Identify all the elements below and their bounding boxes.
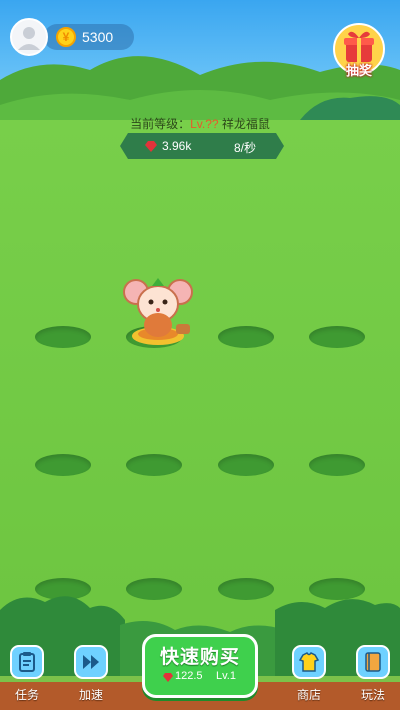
quick-buy-level: Lv.1 [216, 670, 236, 682]
user-avatar[interactable] [10, 18, 48, 56]
speed-up-label: 加速 [78, 688, 103, 702]
shop-button[interactable] [292, 645, 326, 679]
level-code: Lv.?? [190, 117, 219, 131]
coin-icon: ¥ [56, 27, 76, 47]
empty-slot[interactable] [126, 454, 182, 476]
level-prefix: 当前等级： [130, 117, 191, 131]
income-rate: 8/秒 [234, 141, 257, 155]
how-to-play-label: 玩法 [360, 688, 385, 702]
clipboard-icon [19, 652, 35, 672]
empty-slot[interactable] [35, 454, 91, 476]
empty-slot[interactable] [309, 326, 365, 348]
book-icon [365, 652, 381, 672]
level-name: 祥龙福鼠 [221, 117, 270, 131]
speed-up-button[interactable] [74, 645, 108, 679]
tasks-label: 任务 [14, 688, 39, 702]
income-banner [120, 133, 284, 159]
how-to-play-button[interactable] [356, 645, 390, 679]
empty-slot[interactable] [218, 454, 274, 476]
lottery-button[interactable]: 抽奖 [332, 22, 386, 78]
coin-value: 5300 [82, 29, 114, 45]
lucky-mouse-character[interactable] [118, 270, 198, 350]
game-scene: ¥ 5300 抽奖 当前等级：Lv.?? 祥龙福鼠 3.96k 8/秒 任务 加… [0, 0, 400, 710]
gem-icon [163, 673, 173, 682]
lottery-label: 抽奖 [345, 63, 372, 78]
shop-label: 商店 [296, 688, 321, 702]
quick-buy-title: 快速购买 [159, 647, 240, 668]
current-level: 当前等级：Lv.?? 祥龙福鼠 [0, 115, 400, 132]
shirt-icon [298, 652, 320, 672]
quick-buy-price: 122.5 [175, 670, 203, 682]
empty-slot[interactable] [309, 454, 365, 476]
gem-count: 3.96k [162, 139, 192, 153]
tasks-button[interactable] [10, 645, 44, 679]
fast-forward-icon [83, 655, 99, 669]
user-icon [18, 27, 40, 50]
empty-slot[interactable] [35, 326, 91, 348]
empty-slot[interactable] [218, 326, 274, 348]
